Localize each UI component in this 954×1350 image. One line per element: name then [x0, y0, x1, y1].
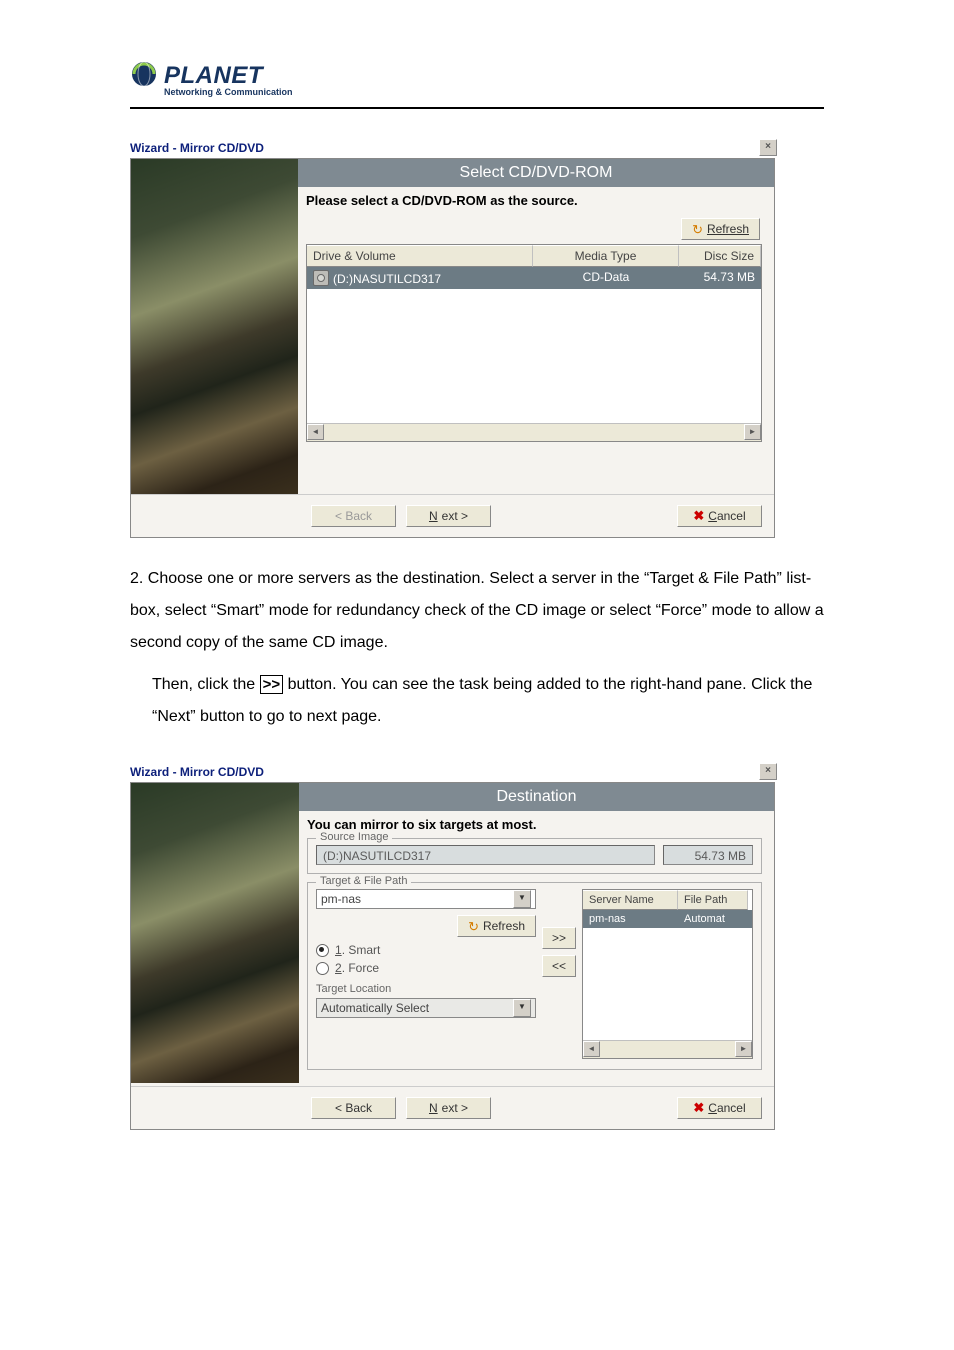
cancel-icon: ✖: [693, 508, 704, 524]
col-media-type[interactable]: Media Type: [533, 245, 679, 267]
refresh-icon: ↻: [468, 920, 479, 933]
back-button[interactable]: < Back: [311, 1097, 396, 1119]
instruction-text: You can mirror to six targets at most.: [307, 817, 762, 832]
server-select[interactable]: pm-nas ▼: [316, 889, 536, 909]
window-title: Wizard - Mirror CD/DVD: [130, 765, 264, 779]
close-icon[interactable]: ×: [759, 139, 777, 156]
scroll-left-icon[interactable]: ◄: [583, 1041, 600, 1057]
remove-target-button[interactable]: <<: [542, 955, 576, 977]
col-file-path[interactable]: File Path: [678, 890, 748, 910]
close-icon[interactable]: ×: [759, 763, 777, 780]
group-label: Source Image: [316, 831, 392, 843]
step2-text: 2. Choose one or more servers as the des…: [130, 563, 824, 733]
refresh-label: Refresh: [483, 919, 525, 933]
brand-tagline: Networking & Communication: [164, 87, 824, 97]
target-path-group: Target & File Path pm-nas ▼ ↻: [307, 882, 762, 1070]
cell-file-path: Automat: [678, 910, 748, 928]
radio-icon: [316, 962, 329, 975]
refresh-label: Refresh: [707, 222, 749, 236]
location-select[interactable]: Automatically Select ▼: [316, 998, 536, 1018]
server-select-value: pm-nas: [321, 892, 361, 906]
col-server-name[interactable]: Server Name: [583, 890, 678, 910]
radio-icon: [316, 944, 329, 957]
next-button[interactable]: Next >: [406, 1097, 491, 1119]
cancel-button[interactable]: ✖ Cancel: [677, 505, 762, 527]
group-label: Target & File Path: [316, 875, 411, 887]
source-image-group: Source Image (D:)NASUTILCD317 54.73 MB: [307, 838, 762, 874]
next-button[interactable]: Next >: [406, 505, 491, 527]
screenshot-destination: Wizard - Mirror CD/DVD × Destination You…: [130, 763, 777, 1130]
instruction-text: Please select a CD/DVD-ROM as the source…: [306, 193, 762, 208]
cell-drive: (D:)NASUTILCD317: [333, 272, 441, 286]
chevron-down-icon[interactable]: ▼: [513, 890, 531, 908]
add-target-button[interactable]: >>: [542, 927, 576, 949]
scroll-right-icon[interactable]: ►: [735, 1041, 752, 1057]
cell-media: CD-Data: [533, 267, 679, 289]
wizard-side-image: [131, 783, 299, 1083]
cd-drive-icon: [313, 270, 329, 286]
page-header: PLANET Networking & Communication: [130, 60, 824, 97]
horizontal-scrollbar[interactable]: ◄ ►: [583, 1040, 752, 1058]
drive-list[interactable]: Drive & Volume Media Type Disc Size (D:)…: [306, 244, 762, 442]
source-path-field: (D:)NASUTILCD317: [316, 845, 655, 865]
step2-then: Then, click the >> button. You can see t…: [130, 669, 824, 733]
location-select-value: Automatically Select: [321, 1001, 429, 1015]
brand-name: PLANET: [164, 62, 263, 90]
refresh-button[interactable]: ↻ Refresh: [681, 218, 760, 240]
header-divider: [130, 107, 824, 109]
cancel-icon: ✖: [693, 1100, 704, 1116]
radio-smart[interactable]: 1. Smart: [316, 943, 536, 957]
wizard-side-image: [131, 159, 298, 494]
source-size-field: 54.73 MB: [663, 845, 753, 865]
window-title: Wizard - Mirror CD/DVD: [130, 141, 264, 155]
arrow-box-inline: >>: [260, 675, 284, 694]
globe-icon: [130, 60, 158, 91]
chevron-down-icon[interactable]: ▼: [513, 999, 531, 1017]
col-disc-size[interactable]: Disc Size: [679, 245, 761, 267]
screenshot-select-cddvd: Wizard - Mirror CD/DVD × Select CD/DVD-R…: [130, 139, 777, 538]
refresh-icon: ↻: [692, 223, 703, 236]
cell-server-name: pm-nas: [583, 910, 678, 928]
refresh-button[interactable]: ↻ Refresh: [457, 915, 536, 937]
step2-lead: 2. Choose one or more servers as the des…: [130, 563, 824, 659]
step-banner: Destination: [299, 783, 774, 811]
radio-force-label: 2. Force: [335, 961, 379, 975]
target-location-label: Target Location: [316, 983, 536, 995]
radio-smart-label: 1. Smart: [335, 943, 380, 957]
col-drive-volume[interactable]: Drive & Volume: [307, 245, 533, 267]
horizontal-scrollbar[interactable]: ◄ ►: [307, 423, 761, 441]
radio-force[interactable]: 2. Force: [316, 961, 536, 975]
scroll-right-icon[interactable]: ►: [744, 424, 761, 440]
drive-row-selected[interactable]: (D:)NASUTILCD317 CD-Data 54.73 MB: [307, 267, 761, 289]
targets-grid[interactable]: Server Name File Path pm-nas Automat ◄ ►: [582, 889, 753, 1059]
cell-size: 54.73 MB: [679, 267, 761, 289]
targets-grid-row[interactable]: pm-nas Automat: [583, 910, 752, 928]
scroll-left-icon[interactable]: ◄: [307, 424, 324, 440]
back-button: < Back: [311, 505, 396, 527]
cancel-button[interactable]: ✖ Cancel: [677, 1097, 762, 1119]
step-banner: Select CD/DVD-ROM: [298, 159, 774, 187]
